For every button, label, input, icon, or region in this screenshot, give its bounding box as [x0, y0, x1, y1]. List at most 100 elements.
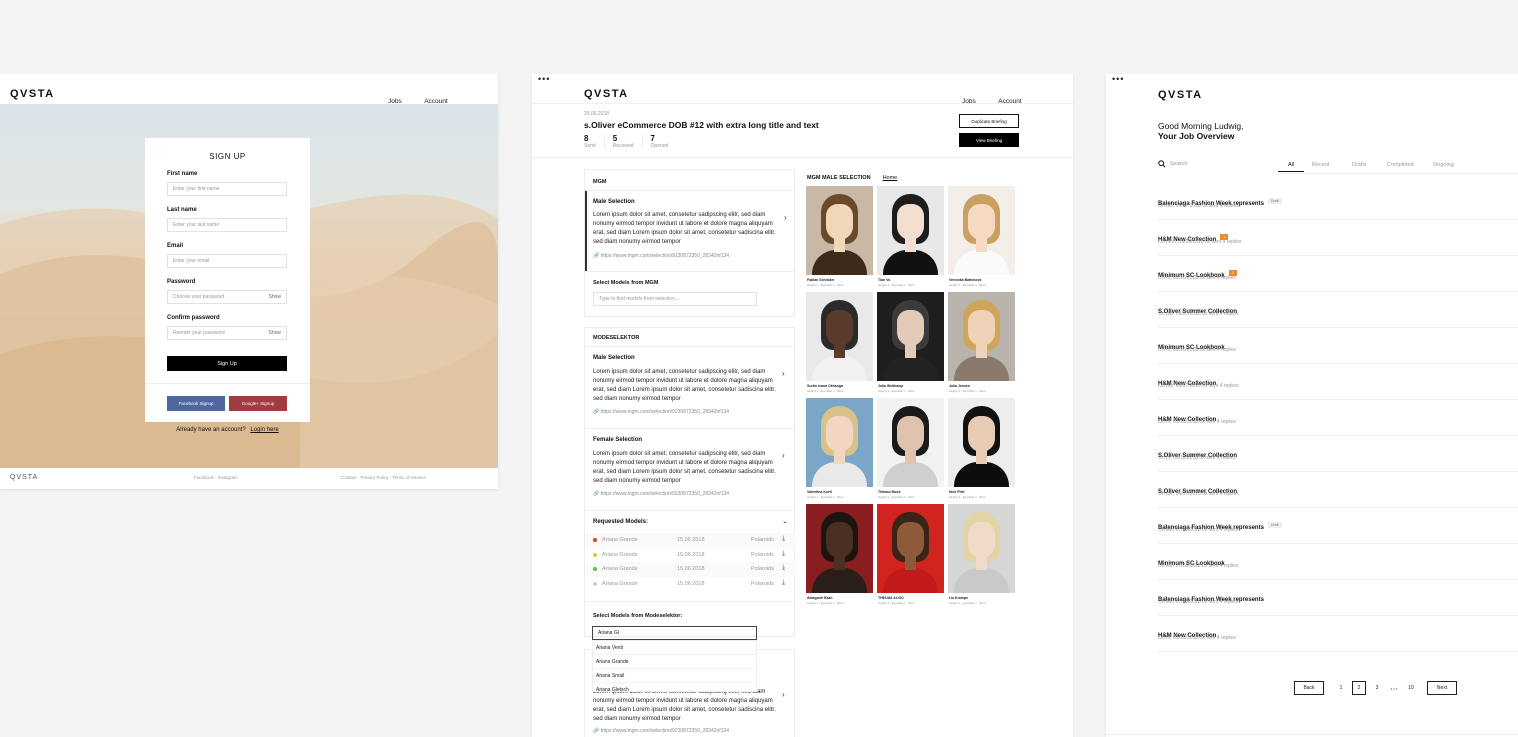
- password-input[interactable]: Choose your password Show: [167, 290, 287, 304]
- footer-logo[interactable]: QVSTA: [10, 474, 38, 481]
- model-card[interactable]: Abiagnoh Ekah Height 1 - Eye/Hair 1 - Bus…: [806, 504, 873, 609]
- duplicate-briefing-button[interactable]: Duplicate Briefing: [959, 114, 1019, 128]
- download-icon[interactable]: ⤓: [782, 550, 785, 558]
- model-card[interactable]: Nick Fleit Height 1 - Eye/Hair 1 - Bust: [948, 398, 1015, 503]
- polaroids-link[interactable]: Polaroids: [751, 581, 774, 587]
- model-card[interactable]: Lia Krampe Height 1 - Eye/Hair 1 - Bust: [948, 504, 1015, 609]
- model-card[interactable]: Thibaut Mock Height 1 - Eye/Hair 1 - Bust: [877, 398, 944, 503]
- download-icon[interactable]: ⤓: [782, 535, 785, 543]
- job-row[interactable]: Minimum SC Lookbook On fri, 09/10/2018 0x…: [1158, 328, 1518, 364]
- nav-account[interactable]: Account: [998, 98, 1022, 105]
- tab-ongoing[interactable]: Ongoing: [1433, 162, 1454, 168]
- chevron-right-icon[interactable]: ›: [782, 690, 785, 699]
- dropdown-option[interactable]: Ariana Small: [593, 669, 756, 683]
- logo[interactable]: QVSTA: [10, 88, 55, 100]
- requested-model-row[interactable]: Ariana Grande 15.06.2018 Polaroids ⤓: [585, 562, 796, 577]
- selection-url-text: https://www.mgm.com/selection/9230872350…: [600, 409, 730, 415]
- page-1[interactable]: 1: [1334, 681, 1348, 695]
- tab-completed[interactable]: Completed: [1387, 162, 1414, 168]
- job-subtitle: On fri, 09/10/2018 0x sent 4 replies: [1158, 347, 1236, 353]
- selection-url[interactable]: 🔗 https://www.mgm.com/selection/92308723…: [593, 728, 729, 734]
- logo[interactable]: QVSTA: [584, 88, 629, 100]
- back-button[interactable]: Back: [1294, 681, 1324, 695]
- chevron-right-icon[interactable]: ›: [784, 213, 787, 222]
- show-password-toggle[interactable]: Show: [268, 294, 281, 300]
- first-name-input[interactable]: Enter your first name: [167, 182, 287, 196]
- page-2[interactable]: 2: [1352, 681, 1366, 695]
- facebook-signup-button[interactable]: Facebook Signup: [167, 396, 225, 411]
- model-photo: [806, 292, 873, 381]
- job-row[interactable]: H&M New Collection On fri, 09/10/2018 0x …: [1158, 400, 1518, 436]
- footer-legal-links[interactable]: Contact - Privacy Policy - Terms of Serv…: [341, 475, 426, 480]
- model-card[interactable]: Veronika Batishova Height 1 - Eye/Hair 1 …: [948, 186, 1015, 291]
- modeselektor-female-selection[interactable]: Female Selection Lorem ipsum dolor sit a…: [585, 429, 796, 509]
- modeselektor-male-selection[interactable]: Male Selection Lorem ipsum dolor sit ame…: [585, 347, 796, 427]
- job-row[interactable]: Minimum SC Lookbook2 On fri, 09/10/2018 0…: [1158, 256, 1518, 292]
- model-card[interactable]: Julia Jensen Height 1 - Eye/Hair 1 - Bust: [948, 292, 1015, 397]
- model-card[interactable]: Tian Vu Height 1 - Eye/Hair 1 - Bust: [877, 186, 944, 291]
- selection-url[interactable]: 🔗 https://www.mgm.com/selection/92308723…: [593, 409, 729, 415]
- view-briefing-button[interactable]: View Briefing: [959, 133, 1019, 147]
- status-dot-icon: [593, 538, 597, 542]
- job-row[interactable]: Balenciaga Fashion Week representsDraft O…: [1158, 184, 1518, 220]
- tab-all[interactable]: All: [1278, 162, 1304, 172]
- chevron-right-icon[interactable]: ›: [782, 369, 785, 378]
- photo-neck-shape: [834, 448, 845, 464]
- gallery-home-link[interactable]: Home: [883, 175, 898, 181]
- model-card[interactable]: THELMA ALVIO Height 1 - Eye/Hair 1 - Bust: [877, 504, 944, 609]
- job-row[interactable]: H&M New Collection On fri, 09/10/2018 0x …: [1158, 616, 1518, 652]
- model-meta: Height 1 - Eye/Hair 1 - Bust: [878, 601, 915, 605]
- polaroids-link[interactable]: Polaroids: [751, 537, 774, 543]
- requested-model-name: Ariana Grande: [602, 551, 638, 558]
- dropdown-option[interactable]: Ariana Gletsch: [593, 683, 756, 691]
- selection-text: Lorem ipsum dolor sit amet, consetetur s…: [593, 451, 776, 484]
- job-row[interactable]: Balenciaga Fashion Week representsDraft O…: [1158, 508, 1518, 544]
- job-row[interactable]: Balenciaga Fashion Week represents On sun…: [1158, 580, 1518, 616]
- polaroids-link[interactable]: Polaroids: [751, 552, 774, 558]
- model-card[interactable]: Valentina Knell Height 1 - Eye/Hair 1 - B…: [806, 398, 873, 503]
- tab-recent[interactable]: Recent: [1312, 162, 1329, 168]
- download-icon[interactable]: ⤓: [782, 579, 785, 587]
- footer-social-links[interactable]: Facebook - Instagram: [194, 475, 238, 480]
- requested-model-row[interactable]: Ariana Grande 15.06.2018 Polaroids ⤓: [585, 577, 796, 592]
- confirm-password-input[interactable]: Reenter your password Show: [167, 326, 287, 340]
- job-row[interactable]: H&M New Collection1 On mon, 09/09/2018 0x…: [1158, 220, 1518, 256]
- polaroids-link[interactable]: Polaroids: [751, 566, 774, 572]
- job-row[interactable]: S.Oliver Summer Collection On tue, 09/07/…: [1158, 292, 1518, 328]
- job-row[interactable]: H&M New Collection On tue, 09/07/2018 0x …: [1158, 364, 1518, 400]
- selection-url[interactable]: 🔗 https://www.mgm.com/selection/92308723…: [593, 253, 729, 259]
- chevron-right-icon[interactable]: ›: [782, 451, 785, 460]
- email-placeholder: Enter your email: [173, 258, 210, 264]
- search-field[interactable]: Search: [1158, 160, 1187, 168]
- select-models-modeselektor-input[interactable]: Ariana Gl: [592, 626, 757, 640]
- photo-face-shape: [897, 310, 924, 346]
- mgm-male-selection[interactable]: Male Selection Lorem ipsum dolor sit ame…: [585, 191, 796, 271]
- last-name-input[interactable]: Enter your last name: [167, 218, 287, 232]
- job-row[interactable]: S.Oliver Summer Collection On tue, 09/07/…: [1158, 472, 1518, 508]
- nav-jobs[interactable]: Jobs: [962, 98, 976, 105]
- page-last[interactable]: 10: [1404, 681, 1418, 695]
- login-link[interactable]: Login here: [250, 427, 278, 433]
- model-card[interactable]: Julia Weitkamp Height 1 - Eye/Hair 1 - Bu…: [877, 292, 944, 397]
- dropdown-option[interactable]: Ariana Grande: [593, 655, 756, 669]
- tab-drafts[interactable]: Drafts: [1352, 162, 1367, 168]
- signup-button[interactable]: Sign Up: [167, 356, 287, 371]
- page-3[interactable]: 3: [1370, 681, 1384, 695]
- job-row[interactable]: S.Oliver Summer Collection On fri, 09/10/…: [1158, 436, 1518, 472]
- job-row[interactable]: Minimum SC Lookbook On sun 07/28/2018 0x …: [1158, 544, 1518, 580]
- show-confirm-toggle[interactable]: Show: [268, 330, 281, 336]
- model-card[interactable]: Fabian Schröder Height 1 - Eye/Hair 1 - B…: [806, 186, 873, 291]
- requested-model-row[interactable]: Ariana Grande 15.06.2018 Polaroids ⤓: [585, 548, 796, 563]
- dropdown-option[interactable]: Ariana Venti: [593, 641, 756, 655]
- next-button[interactable]: Next: [1427, 681, 1457, 695]
- model-card[interactable]: Surtin Ivana Okhanga Height 1 - Eye/Hair …: [806, 292, 873, 397]
- gallery-header: MGM MALE SELECTION Home: [807, 175, 897, 181]
- requested-model-row[interactable]: Ariana Grande 15.06.2018 Polaroids ⤓: [585, 533, 796, 548]
- selection-url[interactable]: 🔗 https://www.mgm.com/selection/92308723…: [593, 491, 729, 497]
- download-icon[interactable]: ⤓: [782, 564, 785, 572]
- email-input[interactable]: Enter your email: [167, 254, 287, 268]
- google-signup-button[interactable]: Google+ Signup: [229, 396, 287, 411]
- logo[interactable]: QVSTA: [1158, 89, 1203, 101]
- select-models-mgm-input[interactable]: Type to find models from selection...: [593, 292, 757, 306]
- chevron-down-icon[interactable]: ⌄: [782, 517, 788, 525]
